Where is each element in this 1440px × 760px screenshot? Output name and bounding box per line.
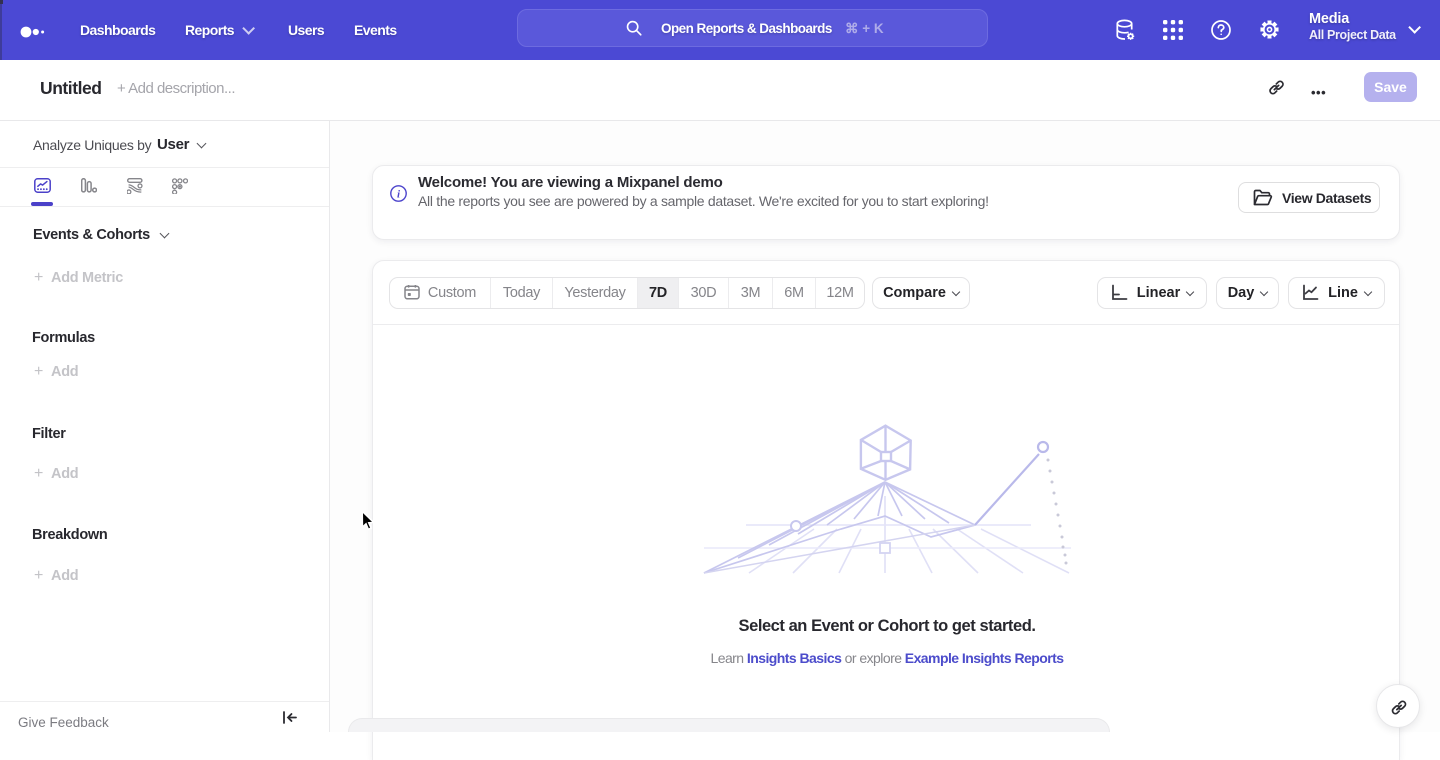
- svg-text:i: i: [397, 188, 401, 200]
